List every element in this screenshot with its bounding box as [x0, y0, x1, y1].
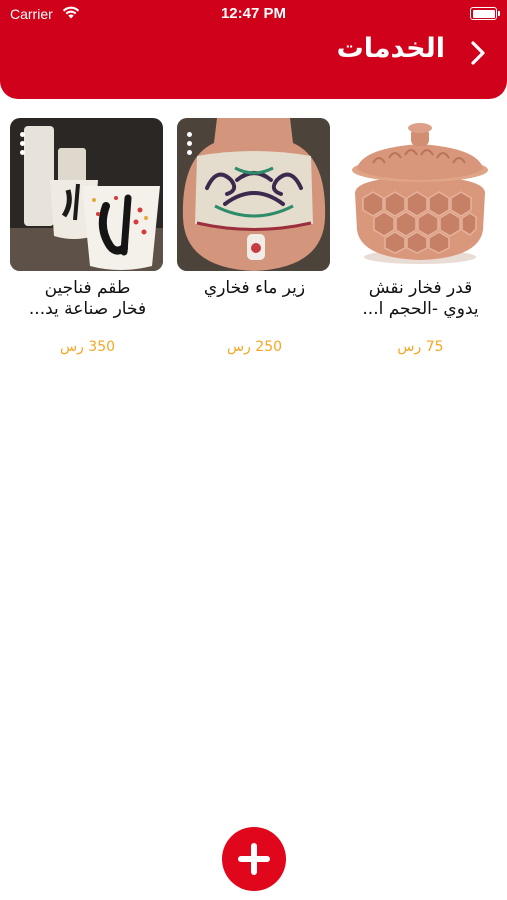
product-name: زير ماء فخاري: [177, 278, 332, 299]
product-name-line1: زير ماء فخاري: [203, 278, 306, 298]
product-image-clay-pot[interactable]: [343, 118, 496, 271]
header: Carrier 12:47 PM الخدمات: [0, 0, 507, 99]
product-name: طقم فناجين فخار صناعة يد...: [10, 278, 165, 320]
page-title: الخدمات: [336, 33, 445, 64]
more-options-icon[interactable]: [185, 132, 193, 156]
product-name: قدر فخار نقش يدوي -الحجم ا...: [343, 278, 498, 320]
clock: 12:47 PM: [220, 5, 287, 22]
more-options-icon[interactable]: [18, 132, 26, 156]
product-name-line2: فخار صناعة يد...: [28, 299, 147, 319]
product-image-cups-set[interactable]: [10, 118, 163, 271]
product-card[interactable]: قدر فخار نقش يدوي -الحجم ا... 75 رس: [343, 118, 498, 358]
chevron-right-icon[interactable]: [467, 40, 489, 66]
product-name-line1: طقم فناجين: [44, 278, 131, 298]
product-card[interactable]: زير ماء فخاري 250 رس: [177, 118, 332, 358]
product-card[interactable]: طقم فناجين فخار صناعة يد... 350 رس: [10, 118, 165, 358]
battery-icon: [470, 7, 500, 20]
product-price: 250 رس: [226, 339, 283, 355]
product-price: 75 رس: [397, 339, 444, 355]
status-bar: Carrier 12:47 PM: [0, 0, 507, 28]
product-name-line2: يدوي -الحجم ا...: [362, 299, 479, 319]
product-price: 350 رس: [59, 339, 116, 355]
product-name-line1: قدر فخار نقش: [368, 278, 473, 298]
add-button[interactable]: [222, 827, 286, 891]
product-image-water-jar[interactable]: [177, 118, 330, 271]
services-screen: Carrier 12:47 PM الخدمات قدر فخار نقش يد…: [0, 0, 507, 900]
